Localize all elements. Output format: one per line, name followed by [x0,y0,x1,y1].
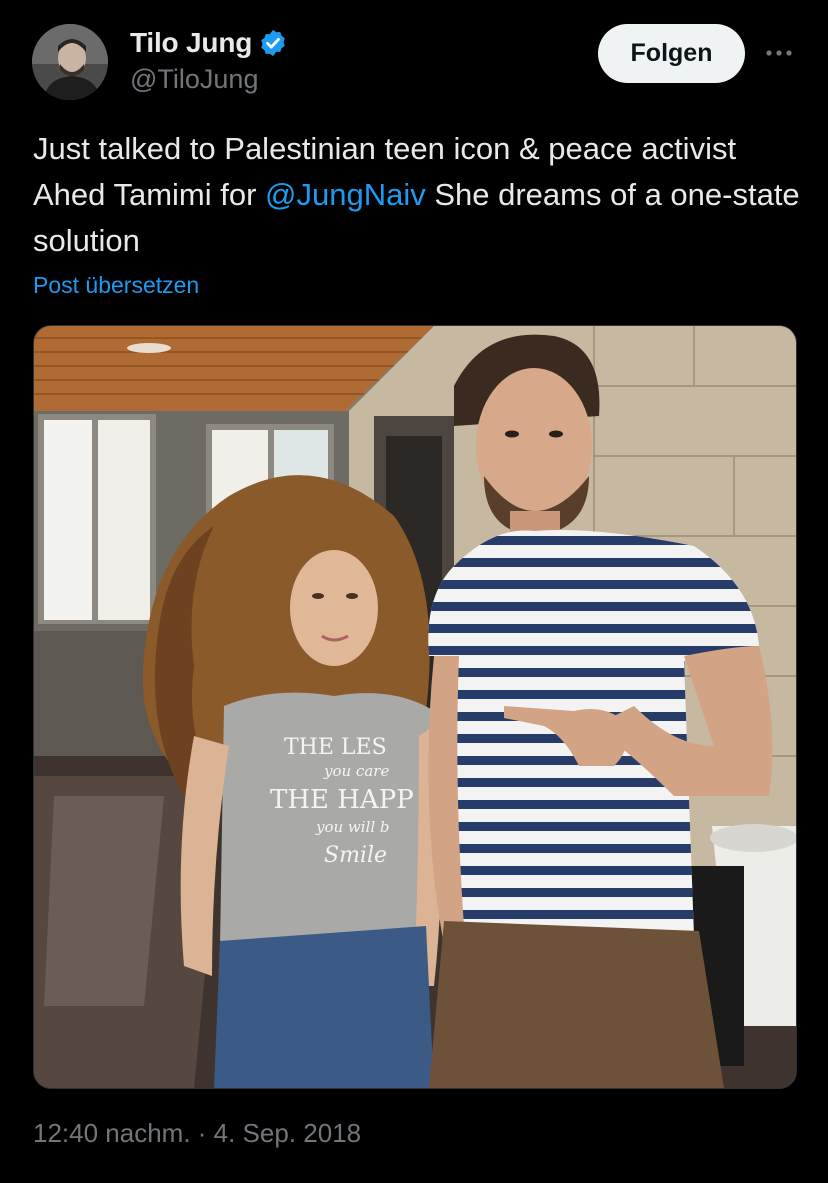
shirt-text-line: THE LES [284,735,387,760]
tweet-text: Just talked to Palestinian teen icon & p… [33,126,803,264]
shirt-text-line: you will b [315,818,390,836]
translate-post-link[interactable]: Post übersetzen [33,272,199,299]
ellipsis-icon[interactable] [764,38,794,68]
author-display-name[interactable]: Tilo Jung [130,27,252,59]
tweet: Tilo Jung @TiloJung Folgen Just talked t… [0,0,828,1183]
post-timestamp[interactable]: 12:40 nachm. · 4. Sep. 2018 [33,1118,361,1149]
avatar-photo-icon [32,24,108,100]
author-avatar[interactable] [32,24,108,100]
author-handle[interactable]: @TiloJung [130,64,288,95]
shirt-text-line: you care [323,762,389,780]
shirt-text-line: Smile [324,843,387,868]
photo-illustration: THE LES you care THE HAPP you will b Smi… [34,326,796,1088]
verified-badge-icon[interactable] [258,28,288,58]
follow-button[interactable]: Folgen [598,24,745,83]
shirt-text-line: THE HAPP [270,785,414,815]
author-info: Tilo Jung @TiloJung [130,26,288,95]
mention-link[interactable]: @JungNaiv [265,177,426,212]
tweet-photo[interactable]: THE LES you care THE HAPP you will b Smi… [33,325,797,1089]
tweet-header: Tilo Jung @TiloJung Folgen [0,0,828,120]
